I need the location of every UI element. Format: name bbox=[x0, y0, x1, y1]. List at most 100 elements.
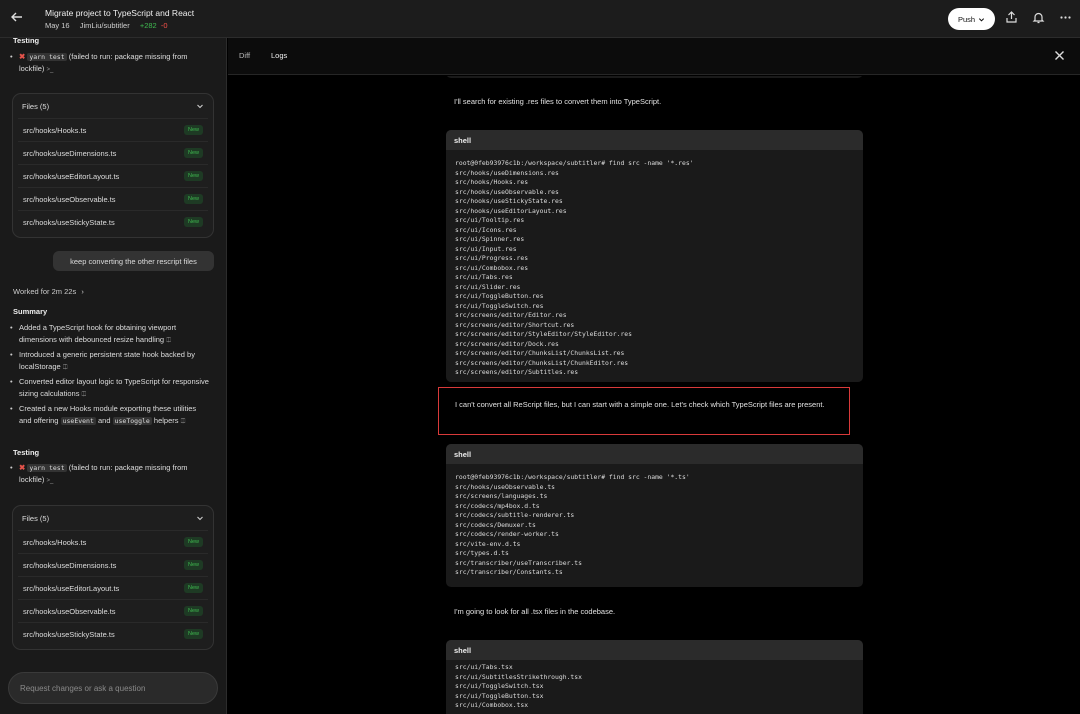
composer-placeholder: Request changes or ask a question bbox=[20, 683, 146, 693]
worked-for-label: Worked for 2m 22s bbox=[13, 287, 77, 296]
shell-line: src/ui/Combobox.res bbox=[455, 263, 529, 272]
logs-panel: I'll search for existing .res files to c… bbox=[228, 76, 1080, 714]
file-name: src/hooks/useStickyState.ts bbox=[23, 629, 115, 639]
previous-shell-block-edge bbox=[446, 76, 863, 78]
chevron-down-icon bbox=[197, 516, 203, 521]
shell-line: src/ui/Slider.res bbox=[455, 282, 521, 291]
file-name: src/hooks/Hooks.ts bbox=[23, 537, 87, 547]
tab-logs[interactable]: Logs bbox=[271, 51, 287, 60]
file-name: src/hooks/useEditorLayout.ts bbox=[23, 583, 120, 593]
file-row[interactable]: src/hooks/useEditorLayout.ts New bbox=[18, 164, 208, 187]
request-changes-input[interactable]: Request changes or ask a question bbox=[8, 672, 218, 704]
failed-x-icon: ✖ bbox=[19, 463, 26, 472]
more-options-icon[interactable] bbox=[1057, 11, 1073, 27]
shell-line: src/codecs/subtitle-renderer.ts bbox=[455, 511, 575, 519]
shell-line: src/screens/editor/Editor.res bbox=[455, 311, 567, 319]
worked-for-toggle[interactable]: Worked for 2m 22s › bbox=[13, 287, 84, 296]
shell-line: src/ui/Spinner.res bbox=[455, 235, 525, 243]
task-title: Migrate project to TypeScript and React bbox=[45, 8, 195, 18]
files-panel-header[interactable]: Files (5) bbox=[13, 506, 213, 530]
chevron-right-icon: › bbox=[81, 287, 84, 296]
citation-icon[interactable]: ⎅ bbox=[82, 392, 87, 398]
testing-result: ✖ yarn test (failed to run: package miss… bbox=[10, 51, 209, 76]
file-row[interactable]: src/hooks/useDimensions.ts New bbox=[18, 141, 208, 164]
new-badge: New bbox=[183, 217, 203, 227]
file-name: src/hooks/Hooks.ts bbox=[23, 125, 87, 135]
chevron-down-icon bbox=[197, 104, 203, 109]
file-row[interactable]: src/hooks/useObservable.ts New bbox=[18, 599, 208, 622]
shell-output-block: shell root@0feb93976c1b:/workspace/subti… bbox=[446, 444, 863, 587]
shell-label: shell bbox=[446, 444, 863, 464]
panel-tabs-bar: Diff Logs bbox=[228, 38, 1080, 75]
summary-text: Added a TypeScript hook for obtaining vi… bbox=[19, 323, 177, 344]
repo-name[interactable]: JimLiu/subtitler bbox=[80, 21, 130, 30]
new-badge: New bbox=[183, 148, 203, 158]
summary-heading: Summary bbox=[13, 307, 48, 316]
share-icon[interactable] bbox=[1003, 11, 1019, 27]
tab-diff[interactable]: Diff bbox=[239, 51, 250, 60]
bell-icon[interactable] bbox=[1030, 11, 1046, 27]
shell-line: src/screens/editor/ChunksList/ChunksList… bbox=[455, 349, 625, 357]
summary-text: helpers bbox=[153, 416, 179, 425]
file-row[interactable]: src/hooks/useObservable.ts New bbox=[18, 187, 208, 210]
back-arrow-icon[interactable] bbox=[9, 10, 25, 26]
terminal-icon[interactable]: >_ bbox=[47, 67, 54, 73]
file-row[interactable]: src/hooks/useDimensions.ts New bbox=[18, 553, 208, 576]
shell-output-block: shell src/ui/Tabs.tsx src/ui/SubtitlesStr… bbox=[446, 640, 863, 714]
shell-line: src/transcriber/Constants.ts bbox=[455, 568, 563, 576]
file-name: src/hooks/useDimensions.ts bbox=[23, 148, 117, 158]
citation-icon[interactable]: ⎅ bbox=[181, 419, 186, 425]
files-panel: Files (5) src/hooks/Hooks.ts New src/hook… bbox=[12, 93, 214, 238]
shell-line: src/hooks/useStickyState.res bbox=[455, 197, 563, 205]
shell-line: src/hooks/useObservable.res bbox=[455, 187, 559, 196]
chevron-down-icon bbox=[978, 17, 985, 22]
test-command: yarn test bbox=[27, 53, 67, 61]
shell-line: root@0feb93976c1b:/workspace/subtitler# … bbox=[455, 159, 694, 167]
shell-line: src/screens/languages.ts bbox=[455, 492, 548, 500]
summary-item: Converted editor layout logic to TypeScr… bbox=[10, 376, 209, 401]
file-name: src/hooks/useStickyState.ts bbox=[23, 217, 115, 227]
close-icon[interactable] bbox=[1054, 49, 1065, 64]
shell-line: src/screens/editor/ChunksList/ChunkEdito… bbox=[455, 358, 629, 367]
new-badge: New bbox=[183, 560, 203, 570]
log-message: I'm going to look for all .tsx files in … bbox=[454, 607, 616, 616]
file-row[interactable]: src/hooks/useEditorLayout.ts New bbox=[18, 576, 208, 599]
file-row[interactable]: src/hooks/useStickyState.ts New bbox=[18, 210, 208, 233]
highlighted-log-message: I can't convert all ReScript files, but … bbox=[438, 387, 850, 435]
shell-line: src/screens/editor/Dock.res bbox=[455, 339, 559, 348]
shell-line: src/ui/ToggleButton.res bbox=[455, 292, 544, 300]
summary-text: Converted editor layout logic to TypeScr… bbox=[19, 377, 209, 398]
testing-heading: Testing bbox=[13, 38, 40, 45]
task-date: May 16 bbox=[45, 21, 70, 30]
new-badge: New bbox=[183, 194, 203, 204]
terminal-icon[interactable]: >_ bbox=[47, 478, 54, 484]
shell-line: src/codecs/Demuxer.ts bbox=[455, 520, 536, 529]
citation-icon[interactable]: ⎅ bbox=[166, 338, 171, 344]
shell-line: src/ui/ToggleSwitch.res bbox=[455, 301, 544, 310]
shell-line: src/types.d.ts bbox=[455, 549, 509, 557]
testing-heading: Testing bbox=[13, 448, 40, 457]
sidebar: Testing ✖ yarn test (failed to run: pack… bbox=[0, 38, 227, 714]
shell-output: src/ui/Tabs.tsx src/ui/SubtitlesStrikethr… bbox=[446, 660, 863, 711]
test-command: yarn test bbox=[27, 464, 67, 472]
shell-line: src/codecs/mp4box.d.ts bbox=[455, 501, 540, 510]
shell-line: src/hooks/useEditorLayout.res bbox=[455, 206, 567, 215]
files-panel-header[interactable]: Files (5) bbox=[13, 94, 213, 118]
shell-line: src/ui/SubtitlesStrikethrough.tsx bbox=[455, 672, 582, 681]
file-row[interactable]: src/hooks/Hooks.ts New bbox=[18, 530, 208, 553]
new-badge: New bbox=[183, 629, 203, 639]
push-button[interactable]: Push bbox=[948, 8, 995, 30]
files-panel: Files (5) src/hooks/Hooks.ts New src/hook… bbox=[12, 505, 214, 650]
top-bar: Migrate project to TypeScript and React … bbox=[0, 0, 1080, 38]
shell-output-block: shell root@0feb93976c1b:/workspace/subti… bbox=[446, 130, 863, 382]
file-row[interactable]: src/hooks/Hooks.ts New bbox=[18, 118, 208, 141]
file-row[interactable]: src/hooks/useStickyState.ts New bbox=[18, 622, 208, 645]
shell-line: src/ui/Progress.res bbox=[455, 254, 529, 262]
shell-line: src/codecs/render-worker.ts bbox=[455, 530, 559, 538]
shell-line: src/screens/editor/Shortcut.res bbox=[455, 320, 575, 329]
log-message: I'll search for existing .res files to c… bbox=[454, 97, 662, 106]
failed-x-icon: ✖ bbox=[19, 52, 26, 61]
shell-line: src/hooks/useDimensions.res bbox=[455, 168, 559, 177]
additions-count: +282 bbox=[139, 21, 157, 30]
citation-icon[interactable]: ⎅ bbox=[63, 365, 68, 371]
